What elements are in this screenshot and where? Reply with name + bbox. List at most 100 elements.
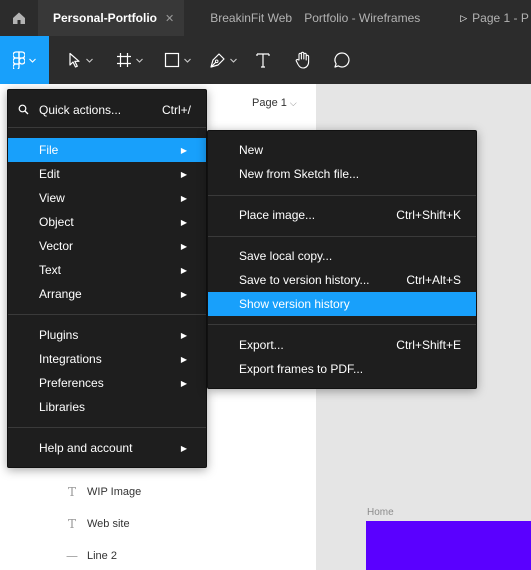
text-icon: T: [67, 517, 76, 531]
tab-bar: Personal-Portfolio ✕ BreakinFit Web Port…: [0, 0, 531, 36]
tab-label: BreakinFit Web: [210, 11, 293, 25]
menu-item-file[interactable]: File ▶: [8, 138, 206, 162]
menu-item-quick-actions[interactable]: Quick actions... Ctrl+/: [8, 98, 206, 122]
text-icon: T: [67, 485, 76, 499]
menu-item-label: Help and account: [39, 441, 133, 455]
chevron-right-icon: ▶: [180, 289, 187, 299]
chevron-down-icon: [85, 58, 93, 63]
home-icon: [13, 12, 25, 24]
layer-label: Web site: [87, 518, 130, 530]
home-frame[interactable]: [366, 521, 531, 570]
play-icon: ▷: [460, 12, 468, 23]
chevron-right-icon: ▶: [180, 378, 187, 388]
tab-label: Page 1 - P: [472, 11, 529, 25]
tab-label: Portfolio - Wireframes: [304, 11, 421, 25]
chevron-right-icon: ▶: [180, 193, 187, 203]
frame-tool[interactable]: [110, 36, 148, 84]
layer-item[interactable]: T WIP Image: [64, 485, 141, 499]
menu-item-save-local-copy[interactable]: Save local copy...: [208, 244, 476, 268]
menu-divider: [8, 314, 206, 315]
main-menu: Quick actions... Ctrl+/ File ▶ Edit ▶ Vi…: [7, 89, 207, 468]
menu-item-label: New from Sketch file...: [239, 167, 360, 181]
figma-logo-icon: [13, 51, 25, 69]
menu-item-label: Preferences: [39, 376, 104, 390]
menu-item-label: Integrations: [39, 352, 102, 366]
menu-item-place-image[interactable]: Place image... Ctrl+Shift+K: [208, 203, 476, 227]
menu-divider: [8, 127, 206, 128]
chevron-down-icon: [183, 58, 191, 63]
home-button[interactable]: [0, 0, 38, 36]
comment-tool[interactable]: [328, 36, 356, 84]
menu-divider: [208, 324, 476, 325]
pen-icon: [210, 52, 225, 68]
menu-item-label: Save local copy...: [239, 249, 333, 263]
toolbar: [0, 36, 531, 84]
menu-item-vector[interactable]: Vector ▶: [8, 234, 206, 258]
menu-item-label: Export...: [239, 338, 284, 352]
frame-label[interactable]: Home: [367, 507, 394, 518]
line-icon: —: [66, 549, 78, 563]
menu-item-label: Plugins: [39, 328, 79, 342]
hand-tool[interactable]: [288, 36, 318, 84]
menu-item-new-from-sketch[interactable]: New from Sketch file...: [208, 162, 476, 186]
chevron-down-icon: [135, 58, 143, 63]
chevron-right-icon: ▶: [180, 443, 187, 453]
menu-item-save-to-version-history[interactable]: Save to version history... Ctrl+Alt+S: [208, 268, 476, 292]
chevron-right-icon: ▶: [180, 330, 187, 340]
text-tool[interactable]: [250, 36, 276, 84]
chevron-right-icon: ▶: [180, 217, 187, 227]
menu-item-label: Edit: [39, 167, 60, 181]
menu-item-export-frames-to-pdf[interactable]: Export frames to PDF...: [208, 357, 476, 381]
menu-item-label: Arrange: [39, 287, 82, 301]
menu-item-label: Text: [39, 263, 62, 277]
main-menu-button[interactable]: [0, 36, 49, 84]
tab-portfolio-wireframes[interactable]: Portfolio - Wireframes: [304, 0, 460, 36]
menu-item-arrange[interactable]: Arrange ▶: [8, 282, 206, 306]
menu-item-edit[interactable]: Edit ▶: [8, 162, 206, 186]
shortcut-label: Ctrl+Shift+K: [396, 208, 461, 222]
menu-item-label: View: [39, 191, 65, 205]
chevron-down-icon: ⌵: [289, 98, 297, 108]
menu-item-preferences[interactable]: Preferences ▶: [8, 371, 206, 395]
menu-item-label: New: [239, 143, 264, 157]
menu-item-label: Place image...: [239, 208, 316, 222]
menu-item-label: Show version history: [239, 297, 350, 311]
layer-item[interactable]: — Line 2: [64, 549, 117, 563]
menu-item-plugins[interactable]: Plugins ▶: [8, 323, 206, 347]
menu-item-view[interactable]: View ▶: [8, 186, 206, 210]
chevron-down-icon: [230, 58, 237, 63]
tab-page-1-prototype[interactable]: ▷ Page 1 - P: [460, 0, 529, 36]
menu-item-text[interactable]: Text ▶: [8, 258, 206, 282]
menu-item-export[interactable]: Export... Ctrl+Shift+E: [208, 333, 476, 357]
tab-label: Personal-Portfolio: [53, 11, 158, 25]
text-icon: [256, 53, 270, 68]
menu-item-new[interactable]: New: [208, 138, 476, 162]
shortcut-label: Ctrl+Shift+E: [396, 338, 461, 352]
page-selector-label: Page 1: [252, 97, 287, 109]
menu-item-label: Object: [39, 215, 74, 229]
tab-personal-portfolio[interactable]: Personal-Portfolio ✕: [38, 0, 185, 36]
menu-item-label: Export frames to PDF...: [239, 362, 364, 376]
pen-tool[interactable]: [204, 36, 242, 84]
move-tool[interactable]: [62, 36, 98, 84]
hand-icon: [295, 51, 310, 69]
menu-item-integrations[interactable]: Integrations ▶: [8, 347, 206, 371]
close-icon[interactable]: ✕: [165, 12, 174, 25]
menu-item-label: Libraries: [39, 400, 86, 414]
tab-breakinfit-web[interactable]: BreakinFit Web: [184, 0, 304, 36]
page-selector[interactable]: Page 1 ⌵: [252, 97, 297, 109]
menu-item-label: File: [39, 143, 59, 157]
menu-item-help-and-account[interactable]: Help and account ▶: [8, 436, 206, 460]
rectangle-icon: [164, 52, 179, 68]
menu-item-object[interactable]: Object ▶: [8, 210, 206, 234]
search-icon: [18, 104, 29, 115]
layer-item[interactable]: T Web site: [64, 517, 130, 531]
menu-item-show-version-history[interactable]: Show version history: [208, 292, 476, 316]
menu-item-libraries[interactable]: Libraries: [8, 395, 206, 419]
shortcut-label: Ctrl+/: [161, 103, 191, 117]
chevron-right-icon: ▶: [180, 145, 187, 155]
menu-divider: [8, 427, 206, 428]
shortcut-label: Ctrl+Alt+S: [406, 273, 461, 287]
shape-tool[interactable]: [158, 36, 196, 84]
chevron-right-icon: ▶: [180, 354, 187, 364]
